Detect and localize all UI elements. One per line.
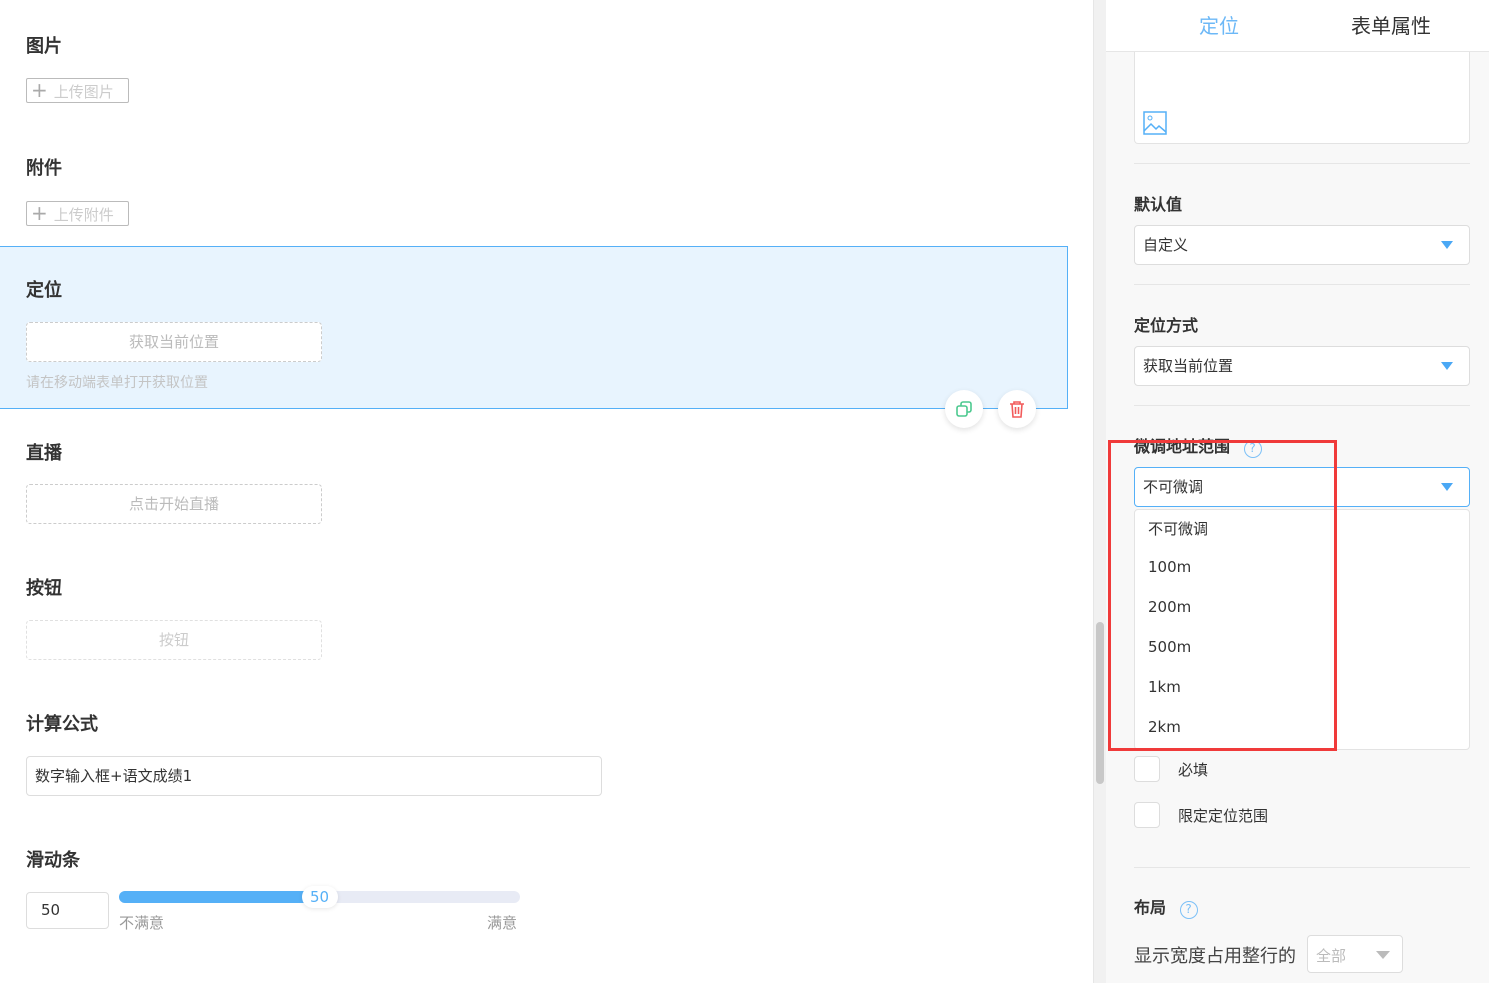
slider-track[interactable]: 50 [119,886,520,908]
slider-value-input[interactable]: 50 [26,892,109,929]
width-label: 显示宽度占用整行的 [1134,946,1296,967]
location-hint: 请在移动端表单打开获取位置 [26,375,208,391]
live-label: 直播 [26,443,62,464]
scrollbar[interactable] [1093,0,1106,983]
tab-form-properties[interactable]: 表单属性 [1351,10,1431,39]
image-preview-box [1134,52,1470,144]
start-live-button[interactable]: 点击开始直播 [26,484,322,524]
formula-label: 计算公式 [26,714,98,735]
image-icon [1143,111,1167,135]
width-select-text: 全部 [1316,947,1347,965]
slider-max-label: 满意 [487,914,518,932]
chevron-down-icon [1441,483,1453,491]
method-select[interactable]: 获取当前位置 [1134,346,1470,386]
upload-attachment-label: 上传附件 [53,206,114,224]
slider-fill [119,891,320,903]
chevron-down-icon [1376,951,1390,959]
trash-icon [1010,401,1024,418]
button-label: 按钮 [26,578,62,599]
divider [1134,284,1470,285]
required-label: 必填 [1178,761,1209,779]
button-field[interactable]: 按钮 [26,620,322,660]
slider-label: 滑动条 [26,850,80,871]
plus-icon: + [31,78,48,102]
upload-attachment-button[interactable]: + 上传附件 [26,201,129,226]
formula-input[interactable]: 数字输入框+语文成绩1 [26,756,602,796]
get-location-button[interactable]: 获取当前位置 [26,322,322,362]
divider [1134,163,1470,164]
width-select[interactable]: 全部 [1307,935,1403,973]
delete-button[interactable] [998,390,1036,428]
attachment-label: 附件 [26,158,62,179]
default-value-select[interactable]: 自定义 [1134,225,1470,265]
divider [1134,405,1470,406]
help-icon[interactable]: ? [1179,901,1198,919]
image-label: 图片 [26,36,62,57]
slider-thumb[interactable]: 50 [301,886,338,908]
plus-icon: + [31,201,48,225]
upload-image-label: 上传图片 [53,83,114,101]
location-label: 定位 [26,280,62,301]
tab-location[interactable]: 定位 [1199,10,1239,39]
limit-range-label: 限定定位范围 [1178,807,1269,825]
highlight-box [1108,440,1337,751]
layout-label-text: 布局 [1134,898,1167,917]
upload-image-button[interactable]: + 上传图片 [26,78,129,103]
scrollbar-thumb[interactable] [1096,622,1104,784]
layout-label: 布局 ? [1134,894,1198,919]
default-value-text: 自定义 [1143,236,1189,254]
default-value-label: 默认值 [1134,195,1183,214]
method-text: 获取当前位置 [1143,357,1234,375]
chevron-down-icon [1441,241,1453,249]
required-checkbox[interactable] [1134,756,1160,782]
panel-tabs: 定位 表单属性 [1106,0,1489,52]
copy-button[interactable] [945,390,983,428]
slider-min-label: 不满意 [119,914,165,932]
copy-icon [956,401,972,417]
chevron-down-icon [1441,362,1453,370]
divider [1134,867,1470,868]
limit-range-checkbox[interactable] [1134,802,1160,828]
method-label: 定位方式 [1134,316,1199,335]
